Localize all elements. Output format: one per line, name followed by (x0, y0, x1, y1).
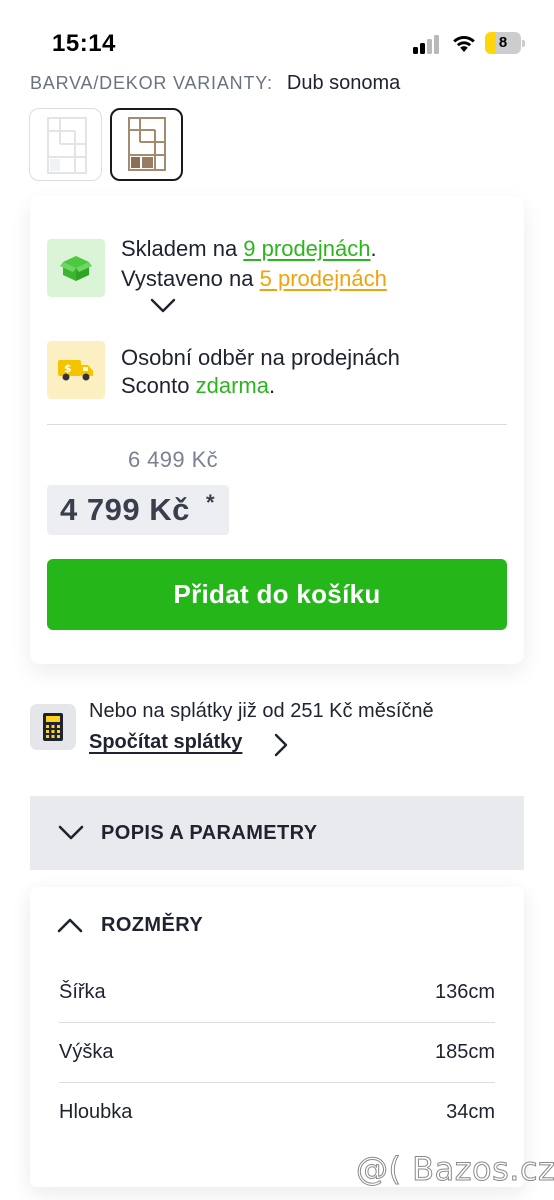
dimension-value: 34cm (446, 1101, 495, 1123)
oak-shelf-thumbnail (128, 117, 166, 171)
status-bar: 15:14 8 (0, 0, 554, 72)
display-availability-text: Vystaveno na 5 prodejnách (121, 265, 387, 293)
dimension-value: 136cm (434, 981, 495, 1003)
wifi-icon (453, 35, 475, 52)
pickup-line2: Sconto zdarma. (121, 372, 400, 400)
stock-suffix: . (370, 236, 377, 261)
product-buy-card: Skladem na 9 prodejnách. Vystaveno na 5 … (30, 196, 524, 664)
stock-prefix: Skladem na (121, 236, 244, 261)
swatch-white-variant[interactable] (29, 108, 102, 181)
price-box: 4 799 Kč * (47, 485, 229, 535)
stock-box-icon (47, 239, 105, 297)
chevron-down-icon (58, 825, 84, 840)
calculator-icon (30, 704, 76, 750)
delivery-truck-icon: $ (47, 341, 105, 399)
dimension-label: Výška (59, 1041, 114, 1063)
chevron-down-icon[interactable] (149, 297, 177, 315)
variant-label: BARVA/DEKOR VARIANTY: (30, 72, 273, 93)
installments-text: Nebo na splátky již od 251 Kč měsíčně (89, 700, 434, 722)
dimension-row-depth: Hloubka 34cm (59, 1083, 495, 1143)
dimension-row-height: Výška 185cm (59, 1023, 495, 1083)
variant-row: BARVA/DEKOR VARIANTY: Dub sonoma (30, 70, 400, 96)
dimension-row-width: Šířka 136cm (59, 963, 495, 1023)
status-time: 15:14 (52, 30, 116, 57)
chevron-right-icon[interactable] (272, 732, 290, 758)
pickup-info-text: Osobní odběr na prodejnách Sconto zdarma… (121, 344, 400, 400)
old-price: 6 499 Kč (128, 447, 219, 472)
pickup-line1: Osobní odběr na prodejnách (121, 345, 400, 370)
swatch-oak-variant[interactable] (110, 108, 183, 181)
variant-value: Dub sonoma (286, 71, 401, 94)
current-price: 4 799 Kč (60, 492, 190, 527)
battery-level: 8 (498, 34, 508, 51)
dimension-value: 185cm (434, 1041, 495, 1063)
stock-stores-link[interactable]: 9 prodejnách (243, 236, 370, 261)
pickup-free-label: zdarma (195, 373, 269, 398)
chevron-up-icon[interactable] (56, 916, 84, 934)
divider (47, 424, 507, 425)
pickup-line2-suffix: . (268, 373, 276, 398)
white-shelf-thumbnail (47, 117, 87, 174)
pickup-line2-prefix: Sconto (121, 373, 196, 398)
signal-icon (413, 34, 441, 54)
display-prefix: Vystaveno na (121, 266, 260, 291)
stock-availability-text: Skladem na 9 prodejnách. (121, 235, 377, 263)
battery-icon: 8 (485, 32, 525, 54)
price-note-marker: * (206, 490, 215, 515)
dimension-label: Hloubka (59, 1101, 133, 1123)
dimensions-title: ROZMĚRY (101, 914, 204, 936)
calculate-installments-link[interactable]: Spočítat splátky (89, 731, 242, 754)
dimension-label: Šířka (59, 981, 106, 1003)
description-accordion-title: POPIS A PARAMETRY (101, 822, 318, 844)
dimensions-panel: ROZMĚRY Šířka 136cm Výška 185cm Hloubka … (30, 887, 524, 1187)
svg-text:$: $ (64, 362, 72, 375)
display-stores-link[interactable]: 5 prodejnách (260, 266, 387, 291)
add-to-cart-button[interactable]: Přidat do košíku (47, 559, 507, 630)
bazos-watermark: @( Bazos.cz (356, 1150, 554, 1189)
description-accordion-header[interactable]: POPIS A PARAMETRY (30, 796, 524, 870)
